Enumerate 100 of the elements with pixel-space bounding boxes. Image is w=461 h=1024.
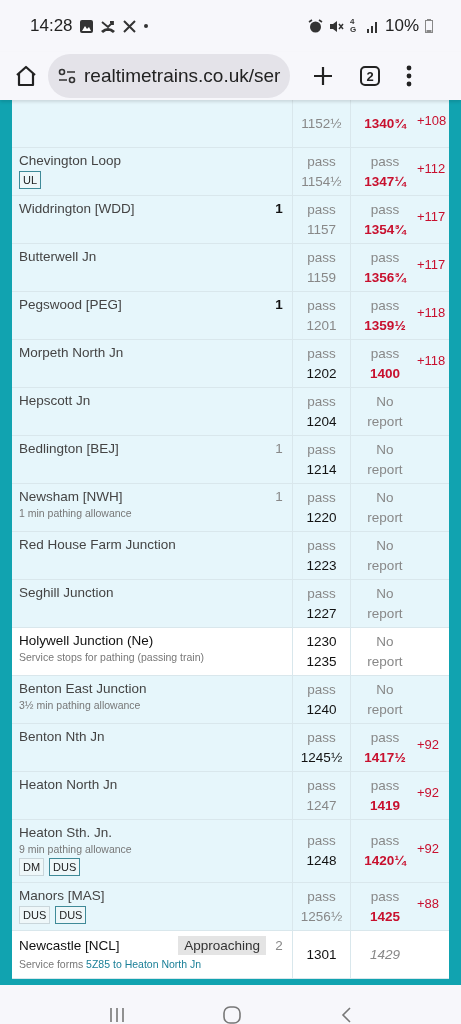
scheduled-label: pass — [307, 680, 336, 699]
actual-time: 1356¾ — [364, 268, 406, 287]
site-settings-icon[interactable] — [58, 68, 76, 84]
platform-number: 1 — [274, 297, 284, 312]
actual-time: 1417½ — [364, 748, 406, 767]
actual-label: pass — [370, 887, 400, 906]
line-tag: UL — [19, 171, 42, 189]
platform-number: 2 — [274, 938, 284, 953]
actual-time: 1425 — [369, 907, 400, 926]
location-name[interactable]: Heaton Sth. Jn. — [19, 825, 286, 840]
location-name[interactable]: Hepscott Jn — [19, 393, 286, 408]
status-time: 14:28 — [30, 16, 73, 36]
actual-label: No — [376, 632, 394, 651]
scheduled-label: pass — [307, 887, 336, 906]
location-note: 3½ min pathing allowance — [19, 699, 142, 711]
location-name[interactable]: Newsham [NWH] — [19, 489, 266, 504]
actual-label: pass — [370, 296, 400, 315]
actual-label: No — [376, 584, 394, 603]
missed-call-icon — [99, 18, 116, 34]
actual-label: No — [376, 392, 394, 411]
x-icon — [121, 18, 137, 34]
actual-time: 1340¾ — [364, 114, 406, 133]
scheduled-label: pass — [307, 488, 336, 507]
location-name[interactable]: Butterwell Jn — [19, 249, 286, 264]
scheduled-label: pass — [307, 248, 336, 267]
actual-label: pass — [370, 832, 400, 850]
scheduled-label: pass — [307, 832, 336, 850]
delay-minutes: +92 — [417, 785, 440, 800]
location-name[interactable]: Morpeth North Jn — [19, 345, 286, 360]
location-name[interactable]: Newcastle [NCL] — [19, 938, 173, 953]
scheduled-time: 1235 — [306, 652, 337, 671]
signal-icon — [365, 19, 379, 33]
location-name[interactable]: Widdrington [WDD] — [19, 201, 266, 216]
scheduled-time: 1245½ — [300, 748, 343, 767]
location-name[interactable]: Heaton North Jn — [19, 777, 286, 792]
actual-label: No — [376, 680, 394, 699]
scheduled-time: 1227 — [306, 604, 337, 623]
scheduled-time: 1256½ — [300, 907, 343, 926]
location-name[interactable]: Holywell Junction (Ne) — [19, 633, 286, 648]
location-name[interactable]: Benton East Junction — [19, 681, 286, 696]
scheduled-label: pass — [307, 200, 336, 219]
service-link[interactable]: 5Z85 to Heaton North Jn — [86, 958, 202, 970]
location-name[interactable]: Chevington Loop — [19, 153, 286, 168]
actual-time: 1347¼ — [364, 172, 406, 191]
scheduled-time: 1204 — [306, 412, 337, 431]
actual-time: 1419 — [369, 796, 400, 815]
location-name[interactable]: Red House Farm Junction — [19, 537, 286, 552]
battery-percent: 10% — [384, 16, 419, 36]
delay-minutes: +117 — [417, 209, 446, 224]
actual-label: No — [376, 536, 394, 555]
scheduled-time: 1159 — [307, 268, 336, 287]
location-name[interactable]: Pegswood [PEG] — [19, 297, 266, 312]
line-tag: DUS — [55, 906, 87, 924]
home-icon[interactable] — [14, 64, 38, 88]
delay-minutes: +118 — [417, 353, 446, 368]
actual-label: No — [376, 488, 394, 507]
address-bar[interactable]: realtimetrains.co.uk/ser — [48, 54, 290, 98]
location-note: Service forms 5Z85 to Heaton North Jn — [19, 958, 203, 970]
tab-count[interactable]: 2 — [360, 66, 380, 86]
scheduled-label: pass — [307, 584, 336, 603]
delay-minutes: +108 — [417, 113, 447, 128]
image-icon — [78, 18, 94, 34]
actual-label: pass — [370, 152, 400, 171]
location-name[interactable]: Benton Nth Jn — [19, 729, 286, 744]
scheduled-time: 1248 — [306, 852, 337, 870]
location-name[interactable]: Bedlington [BEJ] — [19, 441, 266, 456]
location-name[interactable]: Manors [MAS] — [19, 888, 286, 903]
new-tab-icon[interactable] — [312, 65, 334, 87]
platform-number: 1 — [274, 441, 284, 456]
scheduled-label: pass — [307, 536, 336, 555]
scheduled-time: 1202 — [306, 364, 337, 383]
battery-icon — [425, 19, 433, 33]
delay-minutes: +112 — [417, 161, 446, 176]
actual-label: 1429 — [369, 945, 400, 964]
actual-time: report — [367, 700, 403, 719]
actual-time: 1420¼ — [364, 852, 406, 870]
actual-label: pass — [370, 344, 400, 363]
platform-number: 1 — [274, 489, 284, 504]
scheduled-time: 1157 — [307, 220, 336, 239]
location-note: Service stops for pathing (passing train) — [19, 651, 205, 663]
dot-icon — [142, 23, 149, 29]
menu-icon[interactable] — [406, 65, 412, 87]
actual-time: report — [367, 508, 403, 527]
delay-minutes: +117 — [417, 257, 446, 272]
location-name[interactable]: Seghill Junction — [19, 585, 286, 600]
recent-apps-icon[interactable] — [108, 1006, 127, 1024]
network-type: 4G — [349, 18, 358, 34]
scheduled-time: 1201 — [306, 316, 337, 335]
scheduled-label: pass — [307, 152, 336, 171]
mute-icon — [328, 18, 344, 34]
scheduled-time: 1247 — [306, 796, 337, 815]
line-tag: DUS — [19, 906, 51, 924]
scheduled-time: 1223 — [306, 556, 337, 575]
actual-label: pass — [370, 248, 400, 267]
scheduled-label: pass — [307, 344, 336, 363]
line-tag: DM — [19, 858, 45, 876]
actual-time: 1400 — [369, 364, 400, 383]
actual-time: 1359½ — [364, 316, 406, 335]
scheduled-time: 1154½ — [301, 172, 342, 191]
scheduled-label: pass — [307, 776, 336, 795]
